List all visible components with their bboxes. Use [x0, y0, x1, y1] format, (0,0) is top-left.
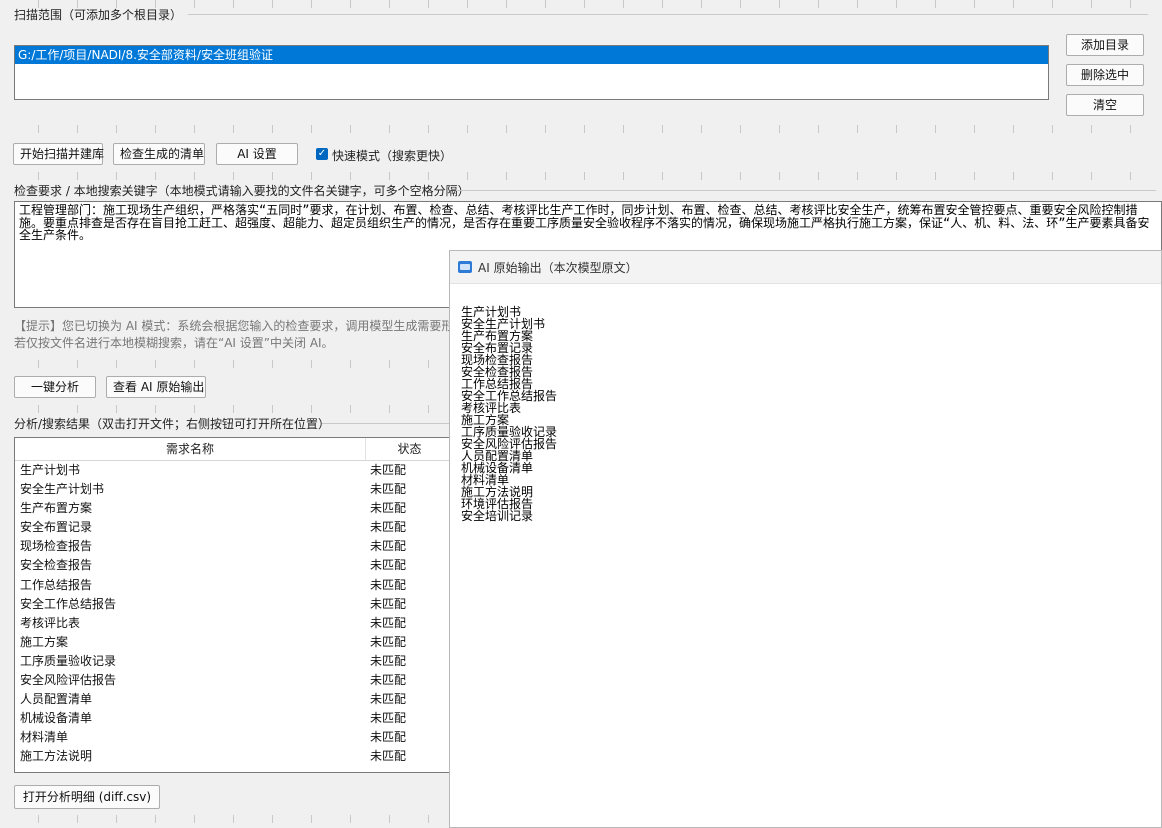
scan-group-title: 扫描范围（可添加多个根目录） — [14, 8, 183, 22]
directory-list-item[interactable]: G:/工作/项目/NADI/8.安全部资料/安全班组验证 — [15, 46, 1048, 64]
output-line: 生产布置方案 — [461, 329, 534, 343]
cell-requirement-name: 人员配置清单 — [20, 692, 93, 707]
output-line: 环境评估报告 — [461, 497, 534, 511]
output-line: 安全生产计划书 — [461, 317, 546, 331]
output-line: 施工方案 — [461, 413, 510, 427]
output-line: 材料清单 — [461, 473, 510, 487]
output-line: 人员配置清单 — [461, 449, 534, 463]
output-line: 安全检查报告 — [461, 365, 534, 379]
add-directory-button[interactable]: 添加目录 — [1066, 34, 1144, 56]
output-line: 工作总结报告 — [461, 377, 534, 391]
cell-requirement-name: 安全工作总结报告 — [20, 596, 117, 611]
column-header-name[interactable]: 需求名称 — [15, 438, 366, 460]
output-line: 安全布置记录 — [461, 341, 534, 355]
cell-requirement-name: 安全布置记录 — [20, 520, 93, 535]
cell-requirement-name: 安全检查报告 — [20, 558, 93, 573]
cell-requirement-name: 施工方法说明 — [20, 749, 93, 764]
cell-requirement-name: 安全生产计划书 — [20, 482, 105, 497]
cell-requirement-name: 安全风险评估报告 — [20, 673, 117, 688]
check-list-button[interactable]: 检查生成的清单 — [113, 143, 205, 165]
cell-requirement-name: 生产布置方案 — [20, 501, 93, 516]
output-line: 考核评比表 — [461, 401, 522, 415]
table-row[interactable]: 工作总结报告 未匹配 — [15, 576, 453, 595]
cell-requirement-name: 施工方案 — [20, 634, 69, 649]
layout-grid-ticks — [0, 172, 1162, 180]
requirements-group-rule — [456, 190, 1156, 191]
cell-status: 未匹配 — [370, 634, 407, 649]
layout-grid-ticks — [0, 125, 1162, 133]
output-line: 安全工作总结报告 — [461, 389, 558, 403]
output-line: 安全风险评估报告 — [461, 437, 558, 451]
cell-requirement-name: 生产计划书 — [20, 463, 81, 477]
directory-list[interactable]: G:/工作/项目/NADI/8.安全部资料/安全班组验证 — [14, 45, 1049, 100]
cell-status: 未匹配 — [370, 673, 407, 688]
output-line: 现场检查报告 — [461, 353, 534, 367]
cell-status: 未匹配 — [370, 520, 407, 535]
popup-titlebar[interactable]: AI 原始输出（本次模型原文） — [450, 251, 1161, 284]
ai-raw-output-window[interactable]: AI 原始输出（本次模型原文） 生产计划书 安全生产计划书 生产布置方案 安全布置记录… — [449, 250, 1162, 828]
open-analysis-detail-button[interactable]: 打开分析明细 (diff.csv) — [14, 785, 160, 809]
table-row[interactable]: 安全工作总结报告 未匹配 — [15, 595, 453, 614]
cell-status: 未匹配 — [370, 749, 407, 764]
ai-mode-hint: 【提示】您已切换为 AI 模式：系统会根据您输入的检查要求，调用模型生成需要形 … — [14, 318, 454, 352]
cell-requirement-name: 机械设备清单 — [20, 711, 93, 726]
fast-mode-checkbox[interactable]: ✓ — [316, 148, 328, 160]
table-row[interactable]: 安全生产计划书 未匹配 — [15, 480, 453, 499]
results-group-rule — [322, 423, 452, 424]
table-row[interactable]: 机械设备清单 未匹配 — [15, 709, 453, 728]
output-line: 生产计划书 — [461, 305, 522, 319]
results-group-title: 分析/搜索结果（双击打开文件；右侧按钮可打开所在位置） — [14, 417, 331, 431]
cell-status: 未匹配 — [370, 692, 407, 707]
ai-settings-button[interactable]: AI 设置 — [216, 143, 298, 165]
cell-requirement-name: 考核评比表 — [20, 615, 81, 630]
table-row[interactable]: 生产布置方案 未匹配 — [15, 499, 453, 518]
scan-group-rule — [188, 14, 1148, 15]
output-line: 工序质量验收记录 — [461, 425, 558, 439]
clear-button[interactable]: 清空 — [1066, 94, 1144, 116]
cell-status: 未匹配 — [370, 501, 407, 516]
fast-mode-label[interactable]: 快速模式（搜索更快） — [332, 147, 452, 164]
results-table[interactable]: 需求名称 状态 生产计划书 未匹配 安全生产计划书 未匹配 生产布置方案 未匹配 安全布置记… — [14, 437, 454, 773]
cell-status: 未匹配 — [370, 730, 407, 745]
table-row[interactable]: 安全检查报告 未匹配 — [15, 556, 453, 575]
one-click-analyze-button[interactable]: 一键分析 — [14, 376, 96, 398]
table-row[interactable]: 材料清单 未匹配 — [15, 728, 453, 747]
output-line: 安全培训记录 — [461, 509, 534, 523]
results-table-header: 需求名称 状态 — [15, 438, 453, 461]
start-scan-button[interactable]: 开始扫描并建库 — [13, 143, 104, 165]
cell-status: 未匹配 — [370, 558, 407, 573]
cell-status: 未匹配 — [370, 615, 407, 630]
ai-raw-output-text[interactable]: 生产计划书 安全生产计划书 生产布置方案 安全布置记录 现场检查报告 安全检查报告 工作总结… — [461, 306, 1141, 522]
cell-status: 未匹配 — [370, 463, 407, 477]
ai-mode-hint-line: 【提示】您已切换为 AI 模式：系统会根据您输入的检查要求，调用模型生成需要形 — [14, 319, 454, 333]
cell-status: 未匹配 — [370, 539, 407, 554]
view-ai-raw-output-button[interactable]: 查看 AI 原始输出 — [106, 376, 206, 398]
table-row[interactable]: 生产计划书 未匹配 — [15, 461, 453, 480]
cell-requirement-name: 材料清单 — [20, 730, 69, 745]
table-row[interactable]: 工序质量验收记录 未匹配 — [15, 652, 453, 671]
cell-requirement-name: 工序质量验收记录 — [20, 653, 117, 668]
cell-status: 未匹配 — [370, 711, 407, 726]
cell-status: 未匹配 — [370, 577, 407, 592]
cell-status: 未匹配 — [370, 596, 407, 611]
remove-selected-button[interactable]: 删除选中 — [1066, 64, 1144, 86]
cell-requirement-name: 工作总结报告 — [20, 577, 93, 592]
cell-status: 未匹配 — [370, 653, 407, 668]
output-line: 机械设备清单 — [461, 461, 534, 475]
output-line: 施工方法说明 — [461, 485, 534, 499]
cell-status: 未匹配 — [370, 482, 407, 497]
requirements-group-title: 检查要求 / 本地搜索关键字（本地模式请输入要找的文件名关键字，可多个空格分隔） — [14, 184, 470, 198]
popup-title: AI 原始输出（本次模型原文） — [478, 260, 638, 275]
table-row[interactable]: 安全布置记录 未匹配 — [15, 518, 453, 537]
table-row[interactable]: 现场检查报告 未匹配 — [15, 537, 453, 556]
table-row[interactable]: 人员配置清单 未匹配 — [15, 690, 453, 709]
ai-mode-hint-line: 若仅按文件名进行本地模糊搜索，请在“AI 设置”中关闭 AI。 — [14, 336, 334, 350]
cell-requirement-name: 现场检查报告 — [20, 539, 93, 554]
table-row[interactable]: 施工方法说明 未匹配 — [15, 747, 453, 766]
column-header-status[interactable]: 状态 — [366, 438, 453, 460]
table-row[interactable]: 考核评比表 未匹配 — [15, 614, 453, 633]
table-row[interactable]: 施工方案 未匹配 — [15, 633, 453, 652]
window-icon — [458, 261, 472, 273]
table-row[interactable]: 安全风险评估报告 未匹配 — [15, 671, 453, 690]
